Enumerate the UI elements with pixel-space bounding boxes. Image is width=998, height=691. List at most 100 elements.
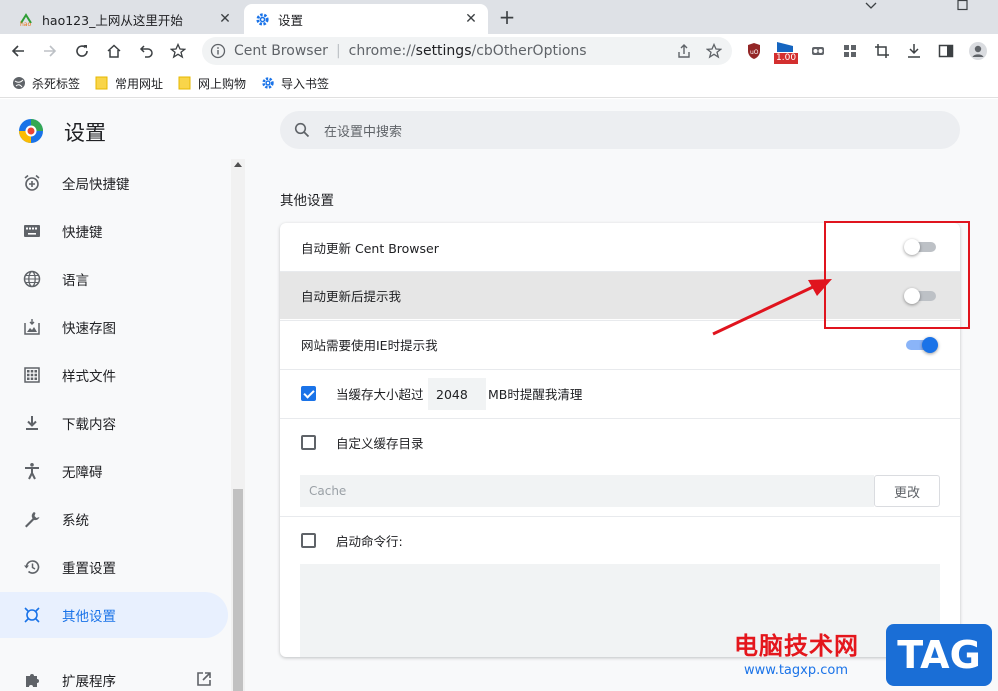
custom-cache-dir-row: 自定义缓存目录 [280, 418, 960, 466]
bookmark-label: 导入书签 [281, 76, 330, 91]
custom-cache-dir-label: 自定义缓存目录 [336, 436, 424, 451]
other-settings-icon [22, 605, 42, 625]
home-icon[interactable] [102, 39, 126, 63]
glasses-extension-icon[interactable] [806, 39, 830, 63]
close-tab-icon[interactable]: ✕ [216, 10, 234, 28]
extension-badge: 1.00 [774, 53, 799, 64]
sidebar-item-shortcuts[interactable]: 快捷键 [0, 208, 228, 254]
share-icon[interactable] [676, 43, 692, 63]
hao123-favicon-icon: hao [18, 11, 34, 27]
tab-hao123[interactable]: hao hao123_上网从这里开始 ✕ [8, 4, 242, 34]
toolbar: Cent Browser | chrome://settings/cbOther… [0, 34, 998, 68]
sidebar-item-other-settings[interactable]: 其他设置 [0, 592, 228, 638]
sidebar-item-label: 扩展程序 [62, 674, 116, 690]
settings-gear-icon [261, 76, 275, 90]
url-separator: | [335, 43, 341, 59]
bookmark-star-icon[interactable] [166, 39, 190, 63]
sidebar-item-style-files[interactable]: 样式文件 [0, 352, 228, 398]
scroll-up-arrow-icon[interactable] [234, 162, 242, 167]
wrench-icon [22, 509, 42, 529]
sidebar-scrollbar[interactable] [231, 159, 245, 691]
site-name: Cent Browser [234, 43, 328, 59]
profile-avatar-icon[interactable] [966, 39, 990, 63]
url-text: chrome://settings/cbOtherOptions [348, 43, 587, 59]
chevron-down-icon[interactable] [856, 0, 886, 14]
tab-strip: hao hao123_上网从这里开始 ✕ 设置 ✕ + [0, 0, 998, 34]
keyboard-icon [22, 221, 42, 241]
tab-settings[interactable]: 设置 ✕ [244, 4, 488, 34]
close-tab-icon[interactable]: ✕ [462, 10, 480, 28]
new-tab-button[interactable]: + [496, 6, 518, 28]
site-info-icon[interactable] [210, 43, 226, 59]
reload-icon[interactable] [70, 39, 94, 63]
cache-warn-label: 当缓存大小超过 [336, 387, 424, 402]
address-bar[interactable]: Cent Browser | chrome://settings/cbOther… [202, 37, 732, 65]
ie-notify-toggle[interactable] [904, 337, 938, 353]
sidebar-item-accessibility[interactable]: 无障碍 [0, 448, 228, 494]
back-arrow-icon[interactable] [6, 39, 30, 63]
apps-grid-icon[interactable] [838, 39, 862, 63]
image-save-icon [22, 317, 42, 337]
settings-search-input[interactable]: 在设置中搜索 [280, 111, 960, 149]
puzzle-icon [22, 670, 42, 690]
sidebar-item-label: 系统 [62, 513, 89, 529]
cmdline-label: 启动命令行: [336, 534, 403, 549]
download-icon[interactable] [902, 39, 926, 63]
settings-page: 设置 在设置中搜索 全局快捷键 快捷键 语言 快速存图 样式文件 下载内容 无障… [0, 99, 998, 691]
bookmark-shopping[interactable]: 网上购物 [178, 74, 246, 92]
ublock-shield-icon[interactable]: uO [742, 39, 766, 63]
sidebar-item-label: 快捷键 [62, 225, 103, 241]
page-title: 设置 [64, 121, 106, 145]
cache-size-input[interactable]: 2048 [428, 378, 486, 410]
settings-gear-icon [254, 11, 270, 27]
sidebar-item-label: 重置设置 [62, 561, 116, 577]
watermark-text: 电脑技术网 [734, 632, 859, 660]
custom-cache-dir-checkbox[interactable] [301, 435, 316, 450]
folder-icon [95, 76, 109, 90]
sidebar-item-downloads[interactable]: 下载内容 [0, 400, 228, 446]
sidebar-item-label: 样式文件 [62, 369, 116, 385]
search-icon [294, 122, 310, 138]
cmdline-row: 启动命令行: [280, 516, 960, 564]
download-icon [22, 413, 42, 433]
extension-badge-icon[interactable]: 1.00 [774, 39, 800, 64]
sidebar-item-label: 下载内容 [62, 417, 116, 433]
cache-warn-checkbox[interactable] [301, 386, 316, 401]
cmdline-checkbox[interactable] [301, 533, 316, 548]
sidebar-item-language[interactable]: 语言 [0, 256, 228, 302]
maximize-icon[interactable] [948, 0, 978, 14]
sidebar-item-system[interactable]: 系统 [0, 496, 228, 542]
sidebar-item-quick-save-image[interactable]: 快速存图 [0, 304, 228, 350]
bookmark-import[interactable]: 导入书签 [261, 74, 329, 92]
sidebar-item-label: 其他设置 [62, 609, 116, 625]
sidebar-item-label: 语言 [62, 273, 89, 289]
sidebar-item-label: 无障碍 [62, 465, 103, 481]
sidebar-item-reset[interactable]: 重置设置 [0, 544, 228, 590]
sidebar-item-global-shortcuts[interactable]: 全局快捷键 [0, 160, 228, 206]
bookmark-label: 网上购物 [198, 76, 247, 91]
sidebar-item-extensions[interactable]: 扩展程序 [0, 657, 228, 691]
open-external-icon[interactable] [196, 671, 212, 691]
watermark-tag-logo: TAG [886, 624, 992, 686]
undo-close-icon[interactable] [134, 39, 158, 63]
svg-text:hao: hao [20, 21, 31, 27]
change-cache-dir-button[interactable]: 更改 [874, 475, 940, 507]
globe-icon [22, 269, 42, 289]
annotation-highlight-box [824, 221, 970, 329]
crop-icon[interactable] [870, 39, 894, 63]
bookmark-common-sites[interactable]: 常用网址 [95, 74, 163, 92]
side-panel-icon[interactable] [934, 39, 958, 63]
bookmark-label: 常用网址 [115, 76, 164, 91]
ie-notify-label: 网站需要使用IE时提示我 [301, 338, 438, 353]
cache-warn-suffix: MB时提醒我清理 [488, 387, 583, 402]
accessibility-icon [22, 461, 42, 481]
scrollbar-thumb[interactable] [233, 489, 243, 691]
svg-text:uO: uO [750, 49, 759, 56]
cache-dir-input[interactable]: Cache [300, 475, 874, 507]
history-icon [22, 557, 42, 577]
bookmark-page-star-icon[interactable] [705, 42, 723, 63]
forward-arrow-icon[interactable] [38, 39, 62, 63]
bookmark-kill-tabs[interactable]: 杀死标签 [12, 74, 80, 92]
auto-update-label: 自动更新 Cent Browser [301, 240, 439, 256]
grid-file-icon [22, 365, 42, 385]
